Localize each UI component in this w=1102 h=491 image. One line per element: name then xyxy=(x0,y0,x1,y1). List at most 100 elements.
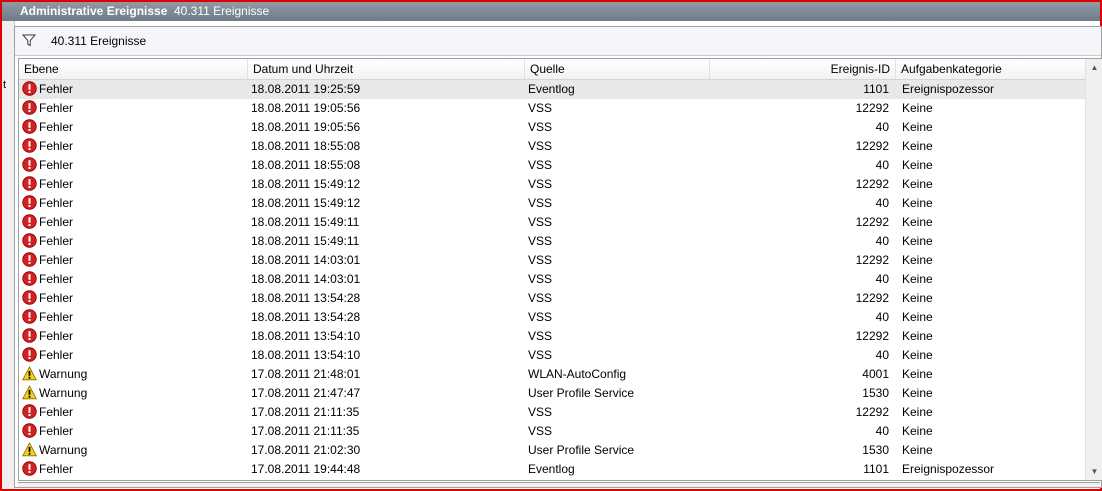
cell-source: Eventlog xyxy=(528,82,575,96)
level-text: Fehler xyxy=(39,234,74,248)
window-title: Administrative Ereignisse xyxy=(20,4,168,18)
table-row[interactable]: Fehler 18.08.2011 14:03:01 VSS 12292 Keine xyxy=(19,251,1086,270)
event-panel: 40.311 Ereignisse Ebene Datum und Uhrzei… xyxy=(14,26,1102,488)
table-row[interactable]: Fehler 18.08.2011 15:49:11 VSS 40 Keine xyxy=(19,232,1086,251)
column-header-source[interactable]: Quelle xyxy=(525,59,710,79)
table-row[interactable]: Fehler 18.08.2011 18:55:08 VSS 40 Keine xyxy=(19,156,1086,175)
cell-event-id: 40 xyxy=(875,158,889,172)
cell-date: 17.08.2011 19:44:48 xyxy=(251,462,361,476)
column-header-date[interactable]: Datum und Uhrzeit xyxy=(248,59,525,79)
level-text: Fehler xyxy=(39,82,74,96)
level-text: Fehler xyxy=(39,215,74,229)
filter-bar: 40.311 Ereignisse xyxy=(15,27,1101,56)
cell-event-id: 12292 xyxy=(855,101,889,115)
table-row[interactable]: Fehler 18.08.2011 13:54:10 VSS 40 Keine xyxy=(19,346,1086,365)
level-text: Warnung xyxy=(39,367,88,381)
scroll-up-icon[interactable]: ▲ xyxy=(1086,59,1102,76)
cell-date: 18.08.2011 13:54:10 xyxy=(251,348,361,362)
table-row[interactable]: Warnung 17.08.2011 21:47:47 User Profile S… xyxy=(19,384,1086,403)
cell-source: VSS xyxy=(528,215,553,229)
error-icon xyxy=(22,271,37,286)
cell-date: 18.08.2011 15:49:12 xyxy=(251,177,361,191)
level-text: Fehler xyxy=(39,196,74,210)
scroll-down-icon[interactable]: ▼ xyxy=(1086,463,1102,480)
error-icon xyxy=(22,100,37,115)
cell-event-id: 40 xyxy=(875,120,889,134)
table-row[interactable]: Fehler 18.08.2011 15:49:12 VSS 40 Keine xyxy=(19,194,1086,213)
cell-level: Fehler xyxy=(22,156,73,175)
cell-date: 18.08.2011 15:49:12 xyxy=(251,196,361,210)
table-row[interactable]: Fehler 18.08.2011 19:05:56 VSS 40 Keine xyxy=(19,118,1086,137)
table-row[interactable]: Fehler 17.08.2011 19:44:48 Eventlog 1101 Ere… xyxy=(19,460,1086,479)
table-body: Fehler 18.08.2011 19:25:59 Eventlog 1101 Ere… xyxy=(19,80,1086,479)
cell-level: Fehler xyxy=(22,422,73,441)
level-text: Fehler xyxy=(39,329,74,343)
warning-icon xyxy=(22,366,37,381)
event-table[interactable]: Ebene Datum und Uhrzeit Quelle Ereignis-… xyxy=(18,58,1102,481)
level-text: Warnung xyxy=(39,386,88,400)
cell-level: Fehler xyxy=(22,308,73,327)
error-icon xyxy=(22,347,37,362)
column-header-level[interactable]: Ebene xyxy=(19,59,248,79)
cell-source: VSS xyxy=(528,196,553,210)
column-header-event-id[interactable]: Ereignis-ID xyxy=(710,59,896,79)
level-text: Fehler xyxy=(39,101,74,115)
cell-category: Keine xyxy=(902,101,933,115)
cell-category: Keine xyxy=(902,215,933,229)
cell-event-id: 40 xyxy=(875,272,889,286)
cell-category: Ereignispozessor xyxy=(902,82,995,96)
cell-source: WLAN-AutoConfig xyxy=(528,367,627,381)
table-row[interactable]: Fehler 18.08.2011 19:25:59 Eventlog 1101 Ere… xyxy=(19,80,1086,99)
error-icon xyxy=(22,214,37,229)
cell-source: VSS xyxy=(528,253,553,267)
table-row[interactable]: Warnung 17.08.2011 21:02:30 User Profile S… xyxy=(19,441,1086,460)
cell-level: Fehler xyxy=(22,270,73,289)
table-row[interactable]: Fehler 18.08.2011 13:54:28 VSS 40 Keine xyxy=(19,308,1086,327)
cell-source: VSS xyxy=(528,291,553,305)
cell-date: 17.08.2011 21:02:30 xyxy=(251,443,361,457)
cell-level: Fehler xyxy=(22,289,73,308)
table-row[interactable]: Fehler 18.08.2011 13:54:10 VSS 12292 Keine xyxy=(19,327,1086,346)
vertical-scrollbar[interactable]: ▲ ▼ xyxy=(1085,59,1102,480)
table-row[interactable]: Warnung 17.08.2011 21:48:01 WLAN-AutoConfi… xyxy=(19,365,1086,384)
cell-event-id: 12292 xyxy=(855,329,889,343)
column-header-category[interactable]: Aufgabenkategorie xyxy=(896,59,1086,79)
table-row[interactable]: Fehler 18.08.2011 15:49:11 VSS 12292 Keine xyxy=(19,213,1086,232)
warning-icon xyxy=(22,442,37,457)
table-row[interactable]: Fehler 17.08.2011 21:11:35 VSS 12292 Keine xyxy=(19,403,1086,422)
error-icon xyxy=(22,81,37,96)
level-text: Fehler xyxy=(39,462,74,476)
cell-level: Fehler xyxy=(22,460,73,479)
cell-event-id: 12292 xyxy=(855,177,889,191)
filter-icon[interactable] xyxy=(22,33,36,47)
table-row[interactable]: Fehler 18.08.2011 18:55:08 VSS 12292 Keine xyxy=(19,137,1086,156)
cell-event-id: 40 xyxy=(875,196,889,210)
cell-source: User Profile Service xyxy=(528,443,635,457)
cell-category: Keine xyxy=(902,424,933,438)
cell-event-id: 12292 xyxy=(855,405,889,419)
table-row[interactable]: Fehler 18.08.2011 13:54:28 VSS 12292 Keine xyxy=(19,289,1086,308)
error-icon xyxy=(22,404,37,419)
table-row[interactable]: Fehler 17.08.2011 21:11:35 VSS 40 Keine xyxy=(19,422,1086,441)
cell-category: Keine xyxy=(902,139,933,153)
cell-category: Keine xyxy=(902,386,933,400)
bottom-divider[interactable] xyxy=(18,482,1100,487)
cell-date: 18.08.2011 13:54:28 xyxy=(251,291,361,305)
cell-source: Eventlog xyxy=(528,462,575,476)
error-icon xyxy=(22,290,37,305)
cell-category: Keine xyxy=(902,367,933,381)
level-text: Fehler xyxy=(39,348,74,362)
cell-level: Fehler xyxy=(22,403,73,422)
cell-event-id: 40 xyxy=(875,310,889,324)
table-row[interactable]: Fehler 18.08.2011 15:49:12 VSS 12292 Keine xyxy=(19,175,1086,194)
cell-date: 18.08.2011 14:03:01 xyxy=(251,272,361,286)
table-row[interactable]: Fehler 18.08.2011 14:03:01 VSS 40 Keine xyxy=(19,270,1086,289)
cell-level: Warnung xyxy=(22,365,87,384)
table-row[interactable]: Fehler 18.08.2011 19:05:56 VSS 12292 Keine xyxy=(19,99,1086,118)
cell-source: VSS xyxy=(528,272,553,286)
cell-category: Keine xyxy=(902,120,933,134)
cell-category: Keine xyxy=(902,272,933,286)
level-text: Warnung xyxy=(39,443,88,457)
level-text: Fehler xyxy=(39,291,74,305)
error-icon xyxy=(22,252,37,267)
